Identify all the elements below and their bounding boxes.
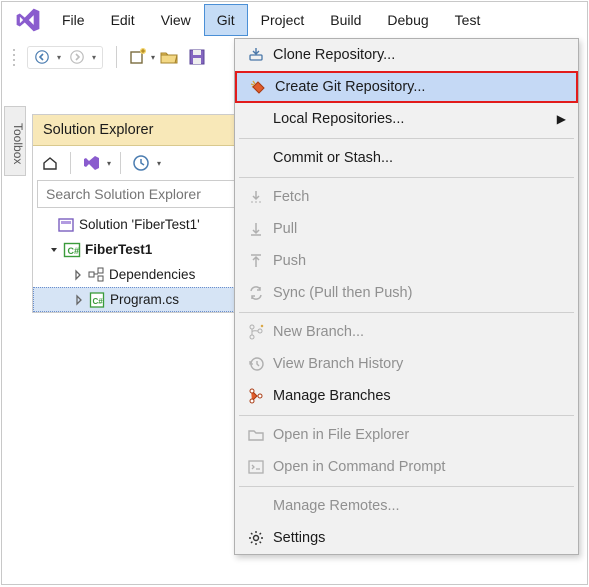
save-icon[interactable] xyxy=(185,45,209,69)
toolbox-tab[interactable]: Toolbox xyxy=(4,106,26,176)
csharp-file-icon: C# xyxy=(88,291,106,309)
git-commit-stash[interactable]: Commit or Stash... xyxy=(235,142,578,174)
git-create-repository[interactable]: Create Git Repository... xyxy=(235,71,578,103)
menu-separator xyxy=(239,415,574,416)
switch-views-icon[interactable] xyxy=(80,152,102,174)
menu-label: Settings xyxy=(273,530,325,546)
git-open-command-prompt: Open in Command Prompt xyxy=(235,451,578,483)
new-item-icon[interactable] xyxy=(126,45,150,69)
menu-project[interactable]: Project xyxy=(248,4,318,36)
menu-label: Clone Repository... xyxy=(273,47,395,63)
menu-test[interactable]: Test xyxy=(442,4,494,36)
history-icon xyxy=(239,352,273,376)
menu-label: New Branch... xyxy=(273,324,364,340)
solution-icon xyxy=(57,216,75,234)
menu-label: Create Git Repository... xyxy=(275,79,425,95)
create-repo-icon xyxy=(241,75,275,99)
git-settings[interactable]: Settings xyxy=(235,522,578,554)
tree-label: Dependencies xyxy=(109,267,195,282)
git-pull: Pull xyxy=(235,213,578,245)
caret-closed-icon[interactable] xyxy=(71,268,85,282)
git-clone-repository[interactable]: Clone Repository... xyxy=(235,39,578,71)
menu-git[interactable]: Git xyxy=(204,4,248,36)
tree-label: FiberTest1 xyxy=(85,242,152,257)
caret-closed-icon[interactable] xyxy=(72,293,86,307)
cmd-icon xyxy=(239,455,273,479)
menu-label: Commit or Stash... xyxy=(273,150,393,166)
git-open-file-explorer: Open in File Explorer xyxy=(235,419,578,451)
open-folder-icon[interactable] xyxy=(157,45,181,69)
csharp-project-icon: C# xyxy=(63,241,81,259)
pending-changes-icon[interactable] xyxy=(130,152,152,174)
tree-label: Program.cs xyxy=(110,292,179,307)
pull-icon xyxy=(239,217,273,241)
git-local-repositories[interactable]: Local Repositories... ▶ xyxy=(235,103,578,135)
grip-icon xyxy=(11,47,17,67)
menu-separator xyxy=(239,312,574,313)
caret-open-icon[interactable] xyxy=(47,243,61,257)
branches-icon xyxy=(239,384,273,408)
submenu-arrow-icon: ▶ xyxy=(557,112,566,126)
settings-icon xyxy=(239,526,273,550)
menubar: File Edit View Git Project Build Debug T… xyxy=(2,2,587,38)
git-dropdown-menu: Clone Repository... Create Git Repositor… xyxy=(234,38,579,555)
home-icon[interactable] xyxy=(39,152,61,174)
menu-label: Manage Remotes... xyxy=(273,498,400,514)
menu-label: Manage Branches xyxy=(273,388,391,404)
git-new-branch: New Branch... xyxy=(235,316,578,348)
git-fetch: Fetch xyxy=(235,181,578,213)
menu-label: Push xyxy=(273,253,306,269)
menu-label: Pull xyxy=(273,221,297,237)
menu-separator xyxy=(239,138,574,139)
git-manage-remotes: Manage Remotes... xyxy=(235,490,578,522)
folder-icon xyxy=(239,423,273,447)
nav-back-icon[interactable] xyxy=(31,49,53,66)
clone-icon xyxy=(239,43,273,67)
svg-text:C#: C# xyxy=(93,297,104,306)
menu-label: Sync (Pull then Push) xyxy=(273,285,412,301)
menu-build[interactable]: Build xyxy=(317,4,374,36)
dependencies-icon xyxy=(87,266,105,284)
menu-label: Open in Command Prompt xyxy=(273,459,445,475)
toolbar-separator xyxy=(116,46,117,68)
menu-edit[interactable]: Edit xyxy=(98,4,148,36)
git-sync: Sync (Pull then Push) xyxy=(235,277,578,309)
git-manage-branches[interactable]: Manage Branches xyxy=(235,380,578,412)
git-push: Push xyxy=(235,245,578,277)
nav-forward-icon[interactable] xyxy=(66,49,88,66)
menu-label: Open in File Explorer xyxy=(273,427,409,443)
tree-label: Solution 'FiberTest1' xyxy=(79,217,200,232)
svg-text:C#: C# xyxy=(68,246,80,256)
git-view-branch-history: View Branch History xyxy=(235,348,578,380)
menu-label: Local Repositories... xyxy=(273,111,404,127)
menu-label: Fetch xyxy=(273,189,309,205)
menu-debug[interactable]: Debug xyxy=(374,4,441,36)
new-branch-icon xyxy=(239,320,273,344)
vs-logo-icon xyxy=(13,5,43,35)
menu-separator xyxy=(239,486,574,487)
nav-back-forward[interactable]: ▾ ▾ xyxy=(27,46,103,69)
menu-view[interactable]: View xyxy=(148,4,204,36)
toolbar-separator xyxy=(70,152,71,174)
menu-file[interactable]: File xyxy=(49,4,98,36)
menu-separator xyxy=(239,177,574,178)
push-icon xyxy=(239,249,273,273)
toolbar-separator xyxy=(120,152,121,174)
fetch-icon xyxy=(239,185,273,209)
menu-label: View Branch History xyxy=(273,356,403,372)
sync-icon xyxy=(239,281,273,305)
